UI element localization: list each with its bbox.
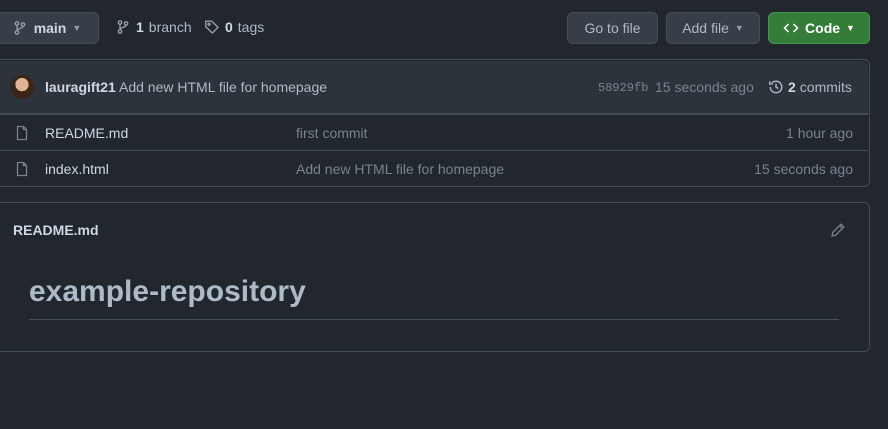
commit-count: 2 [788, 79, 796, 95]
avatar[interactable] [10, 75, 34, 99]
commit-message[interactable]: Add new HTML file for homepage [119, 79, 327, 95]
code-icon [783, 20, 799, 36]
pencil-icon[interactable] [830, 222, 846, 238]
go-to-file-button[interactable]: Go to file [567, 12, 658, 44]
git-branch-icon [115, 19, 131, 35]
tag-label: tags [237, 19, 265, 35]
chevron-down-icon: ▼ [72, 23, 82, 33]
readme-heading: example-repository [29, 275, 306, 308]
commits-link[interactable]: 2 commits [768, 79, 852, 95]
tag-count: 0 [225, 19, 233, 35]
branch-selector[interactable]: main ▼ [0, 12, 99, 44]
file-icon [14, 161, 30, 177]
file-navigation-box: lauragift21 Add new HTML file for homepa… [0, 59, 870, 187]
chevron-down-icon: ▼ [846, 23, 855, 33]
latest-commit-bar: lauragift21 Add new HTML file for homepa… [0, 61, 868, 114]
history-icon [768, 79, 784, 95]
file-commit-time: 1 hour ago [786, 125, 853, 141]
commit-time: 15 seconds ago [655, 79, 754, 95]
tag-icon [204, 19, 220, 35]
code-label: Code [805, 20, 841, 36]
file-name[interactable]: README.md [45, 125, 128, 141]
add-file-label: Add file [682, 20, 729, 36]
branch-name: main [33, 20, 67, 36]
chevron-down-icon: ▼ [734, 23, 744, 33]
readme-filename: README.md [13, 222, 99, 238]
branches-link[interactable]: 1 branch [115, 19, 192, 35]
heading-divider [29, 319, 839, 320]
code-button[interactable]: Code ▼ [768, 12, 870, 44]
table-row[interactable]: README.md first commit 1 hour ago [0, 114, 868, 151]
git-branch-icon [12, 20, 28, 36]
readme-box: README.md example-repository [0, 202, 870, 352]
branch-label: branch [148, 19, 192, 35]
add-file-button[interactable]: Add file ▼ [666, 12, 760, 44]
tags-link[interactable]: 0 tags [204, 19, 264, 35]
file-name[interactable]: index.html [45, 161, 109, 177]
commit-label: commits [799, 79, 852, 95]
file-commit-message[interactable]: Add new HTML file for homepage [296, 161, 504, 177]
file-commit-time: 15 seconds ago [754, 161, 853, 177]
commit-author[interactable]: lauragift21 [45, 79, 116, 95]
file-icon [14, 125, 30, 141]
file-commit-message[interactable]: first commit [296, 125, 368, 141]
commit-sha[interactable]: 58929fb [598, 81, 648, 95]
branch-count: 1 [136, 19, 144, 35]
table-row[interactable]: index.html Add new HTML file for homepag… [0, 150, 868, 186]
